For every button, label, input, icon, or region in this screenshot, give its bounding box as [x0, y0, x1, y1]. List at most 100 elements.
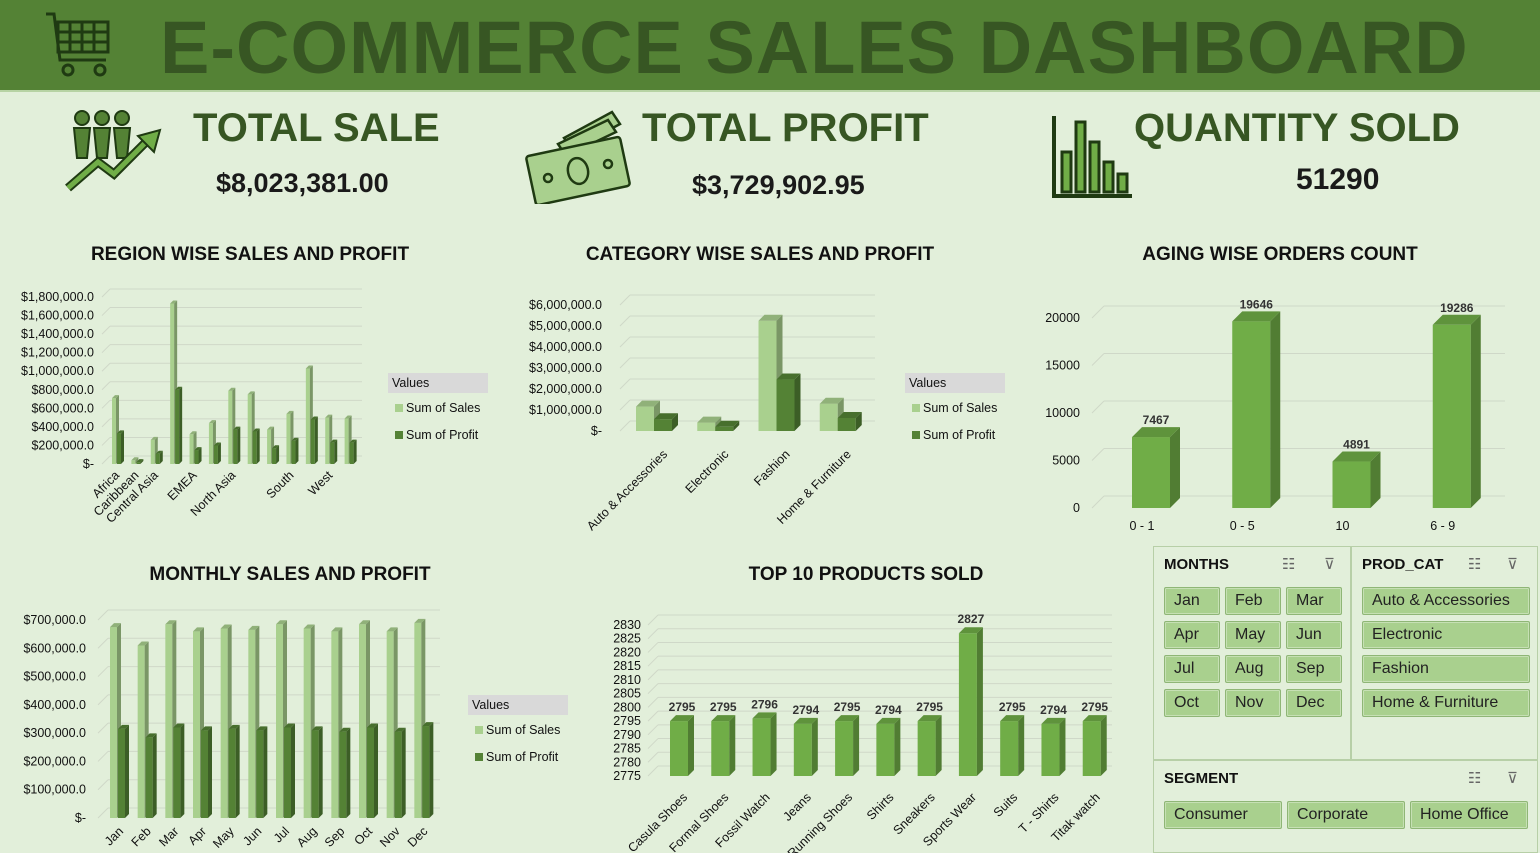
category-legend-item: Sum of Sales [923, 401, 997, 415]
monthly-profit-bar [256, 726, 268, 818]
aging-bar [1432, 314, 1481, 508]
multi-select-icon[interactable]: ☷ [1282, 555, 1305, 573]
months-item-feb[interactable]: Feb [1225, 587, 1281, 615]
aging-gridline-diag [1091, 353, 1105, 366]
aging-y-tick-label: 0 [1073, 501, 1080, 515]
region-gridline-diag [101, 307, 111, 316]
monthly-y-tick-label: $400,000.0 [23, 698, 86, 712]
monthly-x-label: May [210, 824, 237, 851]
region-legend-title: Values [392, 376, 429, 390]
months-item-jun[interactable]: Jun [1286, 621, 1342, 649]
months-item-mar[interactable]: Mar [1286, 587, 1342, 615]
aging-x-label: 0 - 5 [1230, 519, 1255, 533]
category-gridline-diag [619, 294, 631, 306]
clear-filter-icon[interactable]: ⊽ [1507, 769, 1528, 787]
segment-slicer: SEGMENT ☷ ⊽ Consumer Corporate Home Office [1153, 760, 1538, 853]
months-item-jan[interactable]: Jan [1164, 587, 1220, 615]
top10-data-label: 2795 [710, 700, 737, 714]
total-profit-value: $3,729,902.95 [692, 170, 865, 200]
region-gridline-diag [101, 399, 111, 409]
top10-gridline-diag [647, 697, 659, 708]
months-item-aug[interactable]: Aug [1225, 655, 1281, 683]
monthly-x-label: Dec [405, 824, 431, 850]
category-gridline-diag [619, 315, 631, 327]
prod-cat-slicer-title: PROD_CAT [1362, 556, 1444, 573]
people-growth-icon [65, 110, 162, 192]
aging-data-label: 4891 [1343, 438, 1370, 452]
top10-y-tick-label: 2790 [613, 728, 641, 742]
top10-y-tick-label: 2820 [613, 645, 641, 659]
top10-y-tick-label: 2815 [613, 659, 641, 673]
clear-filter-icon[interactable]: ⊽ [1507, 555, 1528, 573]
monthly-profit-bar [201, 726, 212, 818]
region-gridline-diag [101, 437, 111, 446]
region-y-tick-label: $800,000.0 [31, 383, 94, 397]
region-profit-bar [310, 416, 318, 464]
top10-y-tick-label: 2805 [613, 687, 641, 701]
monthly-y-tick-label: $200,000.0 [23, 754, 86, 768]
top10-chart-title: TOP 10 PRODUCTS SOLD [748, 564, 984, 585]
top10-data-label: 2796 [751, 697, 778, 711]
top10-bar [711, 715, 736, 776]
aging-bar [1332, 451, 1381, 508]
top10-gridline-diag [647, 765, 659, 777]
clear-filter-icon[interactable]: ⊽ [1324, 555, 1345, 573]
top10-bar [876, 717, 901, 776]
monthly-profit-bar [367, 723, 378, 818]
category-gridline-diag [619, 399, 631, 411]
category-y-tick-label: $- [591, 424, 602, 438]
aging-y-tick-label: 5000 [1052, 454, 1080, 468]
months-item-may[interactable]: May [1225, 621, 1281, 649]
monthly-legend-swatch [475, 753, 483, 761]
monthly-gridline-diag [97, 637, 109, 649]
total-profit-label: TOTAL PROFIT [642, 106, 929, 150]
monthly-y-tick-label: $600,000.0 [23, 641, 86, 655]
category-profit-bar [654, 413, 678, 431]
monthly-gridline-diag [97, 666, 109, 677]
category-chart-title: CATEGORY WISE SALES AND PROFIT [585, 244, 935, 265]
category-y-tick-label: $2,000,000.0 [529, 382, 602, 396]
top10-gridline-diag [647, 669, 659, 681]
segment-item-consumer[interactable]: Consumer [1164, 801, 1282, 829]
multi-select-icon[interactable]: ☷ [1468, 555, 1491, 573]
top10-data-label: 2794 [875, 703, 902, 717]
category-y-tick-label: $5,000,000.0 [529, 319, 602, 333]
monthly-y-tick-label: $500,000.0 [23, 670, 86, 684]
multi-select-icon[interactable]: ☷ [1468, 769, 1491, 787]
months-item-nov[interactable]: Nov [1225, 689, 1281, 717]
category-sales-profit-chart: $6,000,000.0 $5,000,000.0 $4,000,000.0 $3,0… [529, 294, 1005, 533]
top10-data-label: 2794 [1040, 703, 1067, 717]
top10-y-tick-label: 2830 [613, 618, 641, 632]
top10-gridline-diag [647, 738, 659, 749]
region-gridline-diag [101, 288, 111, 298]
months-item-sep[interactable]: Sep [1286, 655, 1342, 683]
months-item-apr[interactable]: Apr [1164, 621, 1220, 649]
months-item-jul[interactable]: Jul [1164, 655, 1220, 683]
segment-item-corporate[interactable]: Corporate [1287, 801, 1405, 829]
prod-cat-item-electronic[interactable]: Electronic [1362, 621, 1530, 649]
prod-cat-item-home-furniture[interactable]: Home & Furniture [1362, 689, 1530, 717]
monthly-gridline-diag [97, 722, 109, 734]
region-profit-bar [291, 437, 299, 464]
aging-gridline-diag [1091, 400, 1105, 414]
category-x-label: Auto & Accessories [584, 447, 670, 533]
top10-data-label: 2795 [916, 700, 943, 714]
aging-y-tick-label: 15000 [1045, 359, 1080, 373]
category-gridline-diag [619, 420, 631, 432]
monthly-x-label: Nov [377, 824, 403, 850]
months-item-dec[interactable]: Dec [1286, 689, 1342, 717]
region-profit-bar [117, 430, 124, 464]
top10-bar [1082, 715, 1107, 776]
region-x-label: West [305, 468, 335, 498]
aging-orders-chart: 20000 15000 10000 5000 0 7467 0 - 1 19646 0 - 5 4… [1045, 297, 1505, 533]
region-x-label: EMEA [165, 468, 200, 503]
dashboard-title: E-COMMERCE SALES DASHBOARD [160, 6, 1469, 89]
segment-item-home-office[interactable]: Home Office [1410, 801, 1528, 829]
prod-cat-item-fashion[interactable]: Fashion [1362, 655, 1530, 683]
category-gridline-diag [619, 357, 631, 369]
category-profit-bar [837, 411, 862, 431]
months-item-oct[interactable]: Oct [1164, 689, 1220, 717]
top10-x-label: Shirts [864, 790, 896, 822]
top10-bar [958, 627, 983, 776]
prod-cat-item-auto-accessories[interactable]: Auto & Accessories [1362, 587, 1530, 615]
